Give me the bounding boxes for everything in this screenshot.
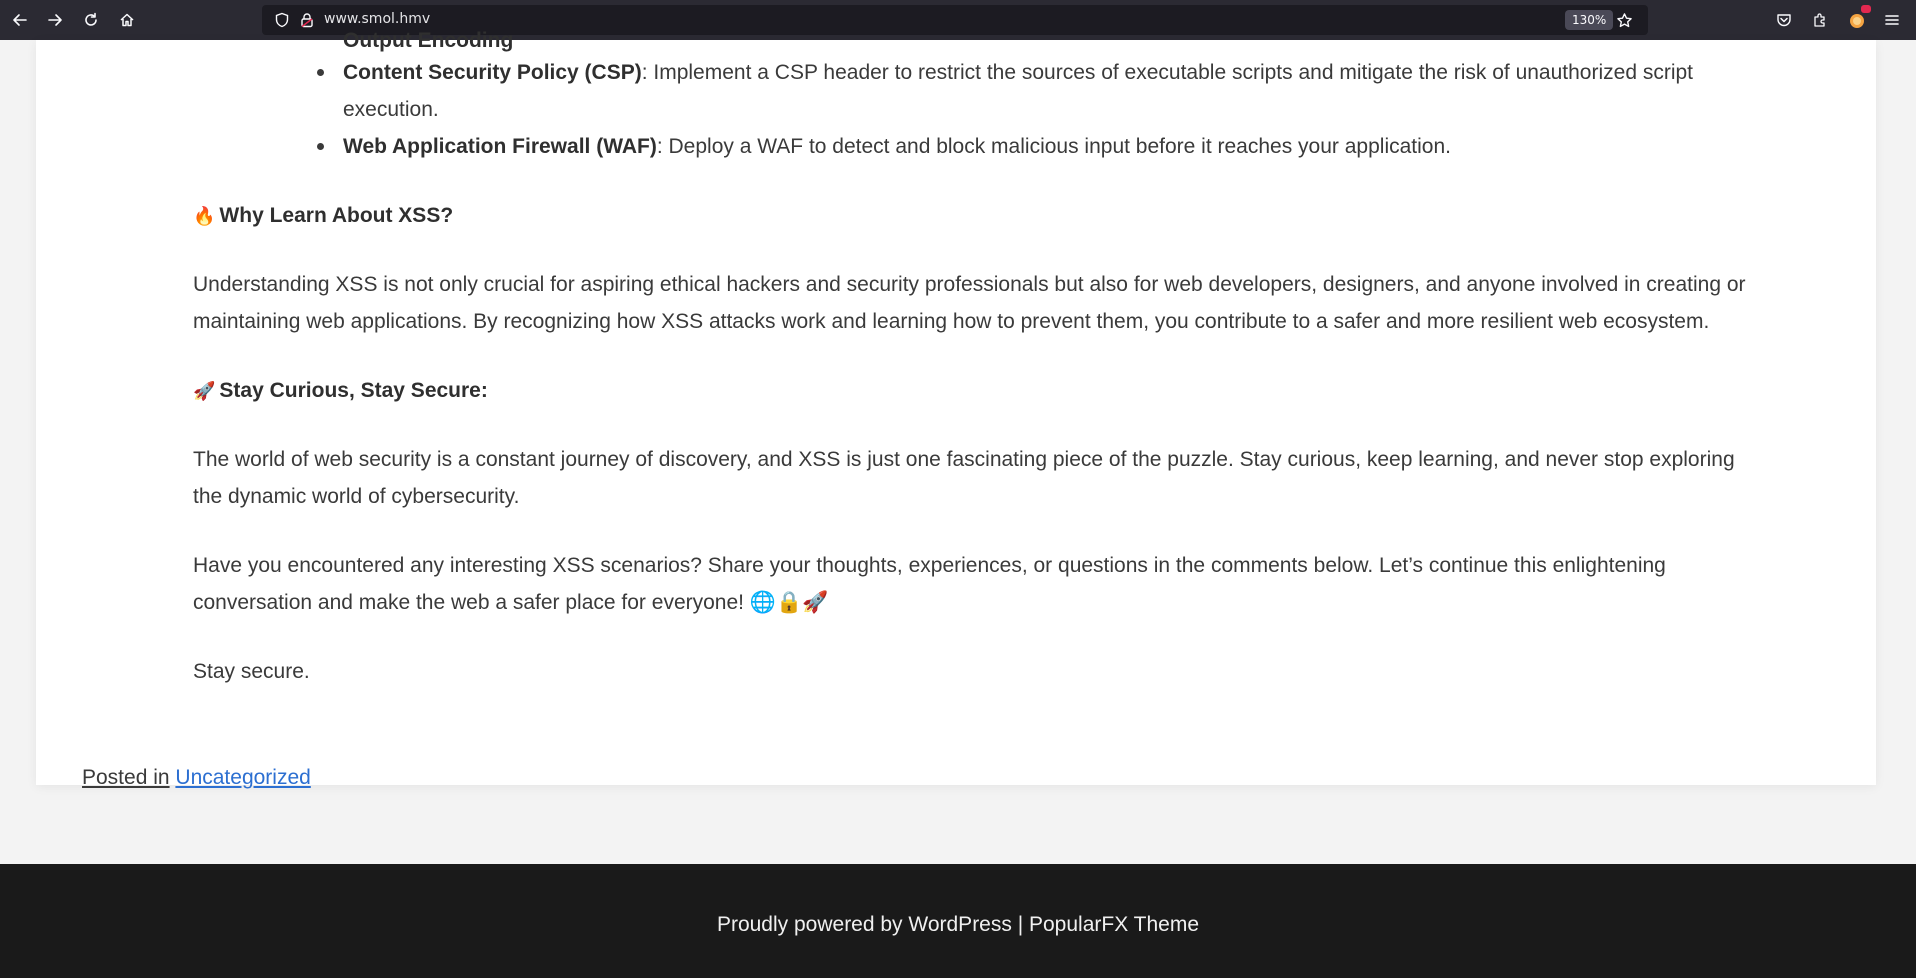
rocket-icon: 🚀 <box>193 381 216 402</box>
section-heading-why-learn: 🔥 Why Learn About XSS? <box>193 204 454 227</box>
firefox-account-icon[interactable] <box>1845 5 1871 32</box>
article-card: Output Encoding Content Security Policy … <box>36 29 1876 789</box>
menu-icon[interactable] <box>1880 8 1904 32</box>
fire-icon: 🔥 <box>193 206 216 227</box>
bullet-text: : Deploy a WAF to detect and block malic… <box>656 135 1451 158</box>
list-item: Content Security Policy (CSP): Implement… <box>287 54 1707 128</box>
site-footer: Proudly powered by WordPress | PopularFX… <box>0 864 1916 978</box>
bullet-list: Content Security Policy (CSP): Implement… <box>287 54 1707 165</box>
signoff-text: Stay secure. <box>193 660 310 683</box>
posted-in-label: Posted in <box>82 766 170 789</box>
forward-icon[interactable] <box>43 8 67 32</box>
list-item: Web Application Firewall (WAF): Deploy a… <box>287 128 1707 165</box>
home-icon[interactable] <box>115 8 139 32</box>
section-heading-stay-curious: 🚀 Stay Curious, Stay Secure: <box>193 379 488 402</box>
section-body-stay-curious: The world of web security is a constant … <box>193 448 1735 508</box>
call-to-action-paragraph: Have you encountered any interesting XSS… <box>193 554 1666 614</box>
pocket-icon[interactable] <box>1772 8 1796 32</box>
notification-badge <box>1861 5 1871 13</box>
category-link[interactable]: Uncategorized <box>175 766 310 789</box>
posted-in: Posted in Uncategorized <box>82 766 311 790</box>
bullet-label: Web Application Firewall (WAF) <box>343 135 657 158</box>
extensions-icon[interactable] <box>1808 8 1832 32</box>
reload-icon[interactable] <box>79 8 103 32</box>
footer-credits[interactable]: Proudly powered by WordPress | PopularFX… <box>0 913 1916 937</box>
bullet-label: Content Security Policy (CSP) <box>343 61 642 84</box>
back-icon[interactable] <box>8 8 32 32</box>
section-body-why-learn: Understanding XSS is not only crucial fo… <box>193 273 1746 333</box>
